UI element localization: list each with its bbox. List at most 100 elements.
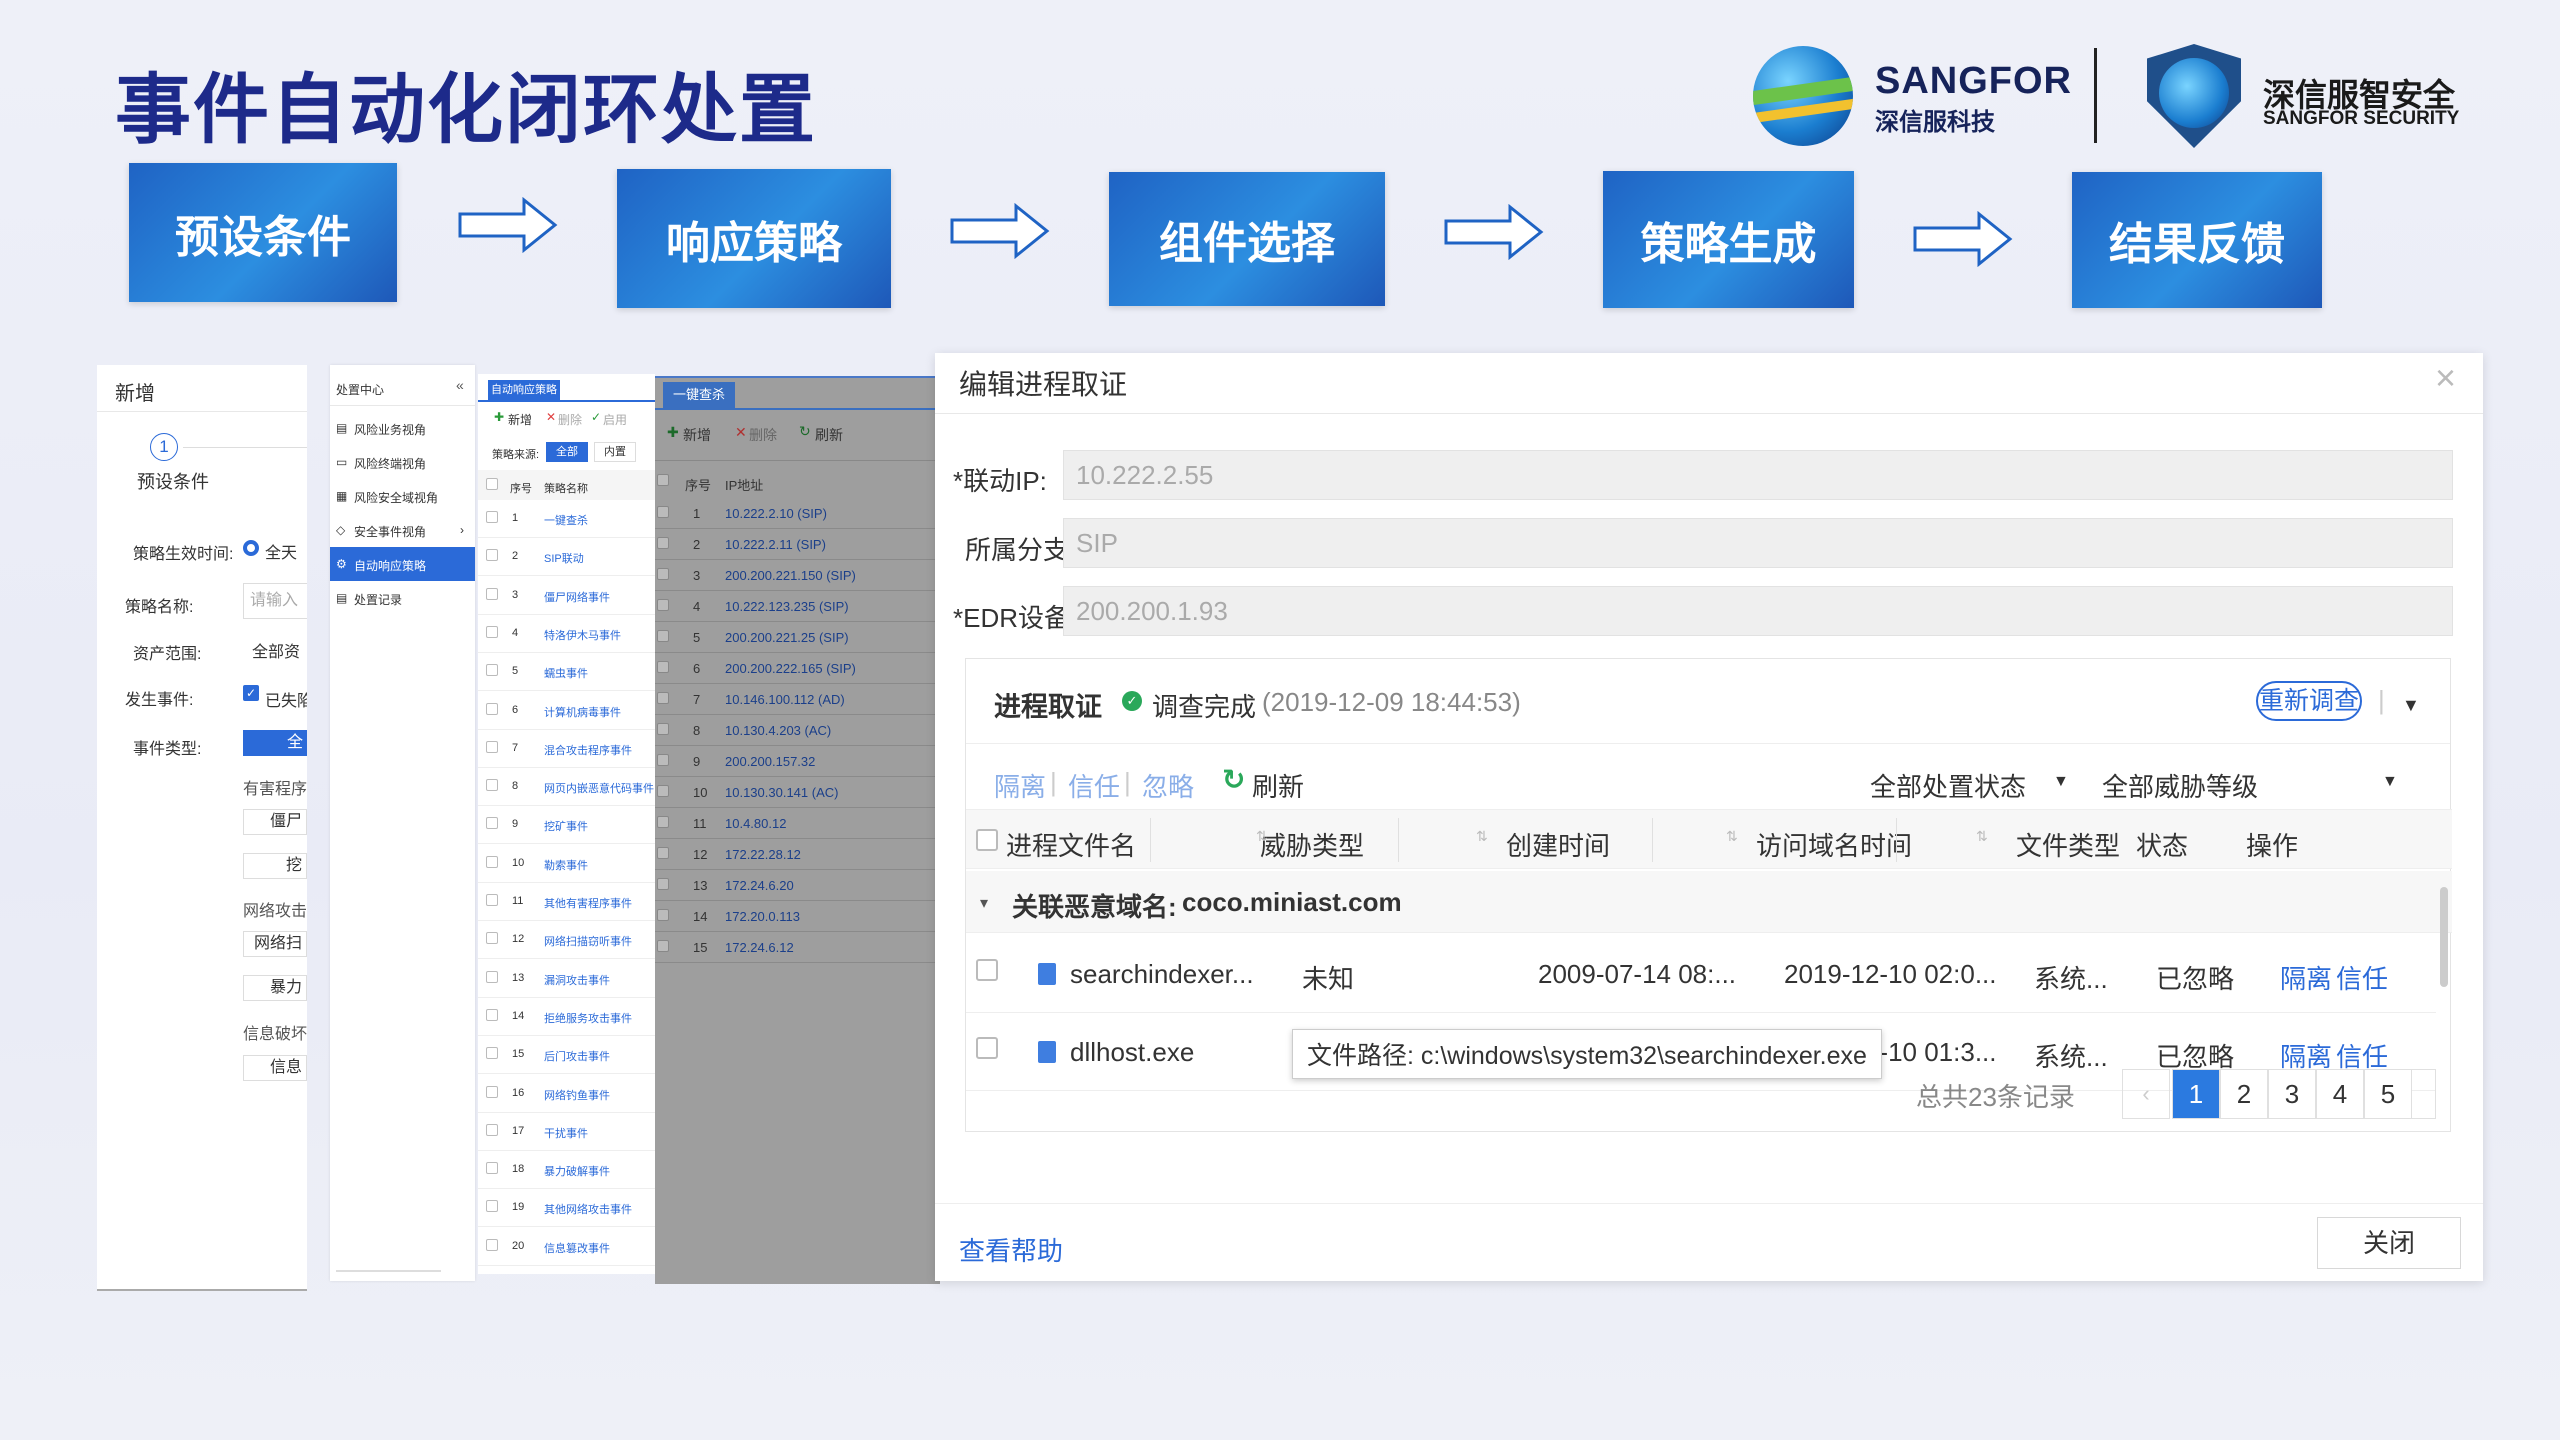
table-row[interactable]: 9 200.200.157.32	[655, 746, 940, 777]
isolate-link[interactable]: 隔离	[2280, 959, 2332, 996]
page-button-5[interactable]: 5	[2364, 1069, 2412, 1119]
filter-status-select[interactable]: 全部处置状态	[1870, 767, 2026, 804]
ignore-button[interactable]: 忽略	[1142, 767, 1194, 804]
add-button[interactable]: 新增	[683, 425, 711, 445]
refresh-button[interactable]: 刷新	[815, 425, 843, 445]
col-header[interactable]: 威胁类型	[1260, 826, 1364, 863]
table-row[interactable]: 12 172.22.28.12	[655, 839, 940, 870]
row-policy-name[interactable]: 其他有害程序事件	[544, 895, 632, 911]
table-row[interactable]: 13 漏洞攻击事件	[478, 960, 655, 998]
table-row[interactable]: 19 其他网络攻击事件	[478, 1189, 655, 1228]
help-link[interactable]: 查看帮助	[959, 1231, 1063, 1268]
chevron-down-icon[interactable]: ▼	[2382, 773, 2398, 791]
row-checkbox[interactable]	[486, 1162, 498, 1175]
table-row[interactable]: 12 网络扫描窃听事件	[478, 921, 655, 960]
row-policy-name[interactable]: 后门攻击事件	[544, 1048, 610, 1064]
table-row[interactable]: 10 勒索事件	[478, 845, 655, 883]
table-row[interactable]: 7 10.146.100.112 (AD)	[655, 684, 940, 715]
table-row[interactable]: 1 一键查杀	[478, 500, 655, 538]
row-checkbox[interactable]	[657, 909, 669, 921]
row-checkbox[interactable]	[486, 817, 498, 830]
row-checkbox[interactable]	[657, 599, 669, 611]
row-policy-name[interactable]: 信息篡改事件	[544, 1240, 610, 1256]
row-checkbox[interactable]	[486, 740, 498, 753]
row-checkbox[interactable]	[486, 702, 498, 715]
type-botnet[interactable]: 僵尸	[243, 809, 307, 835]
delete-icon[interactable]: ✕	[546, 410, 556, 424]
radio-all-day[interactable]	[243, 540, 259, 556]
table-row[interactable]: 2 10.222.2.11 (SIP)	[655, 529, 940, 560]
table-row[interactable]: 7 混合攻击程序事件	[478, 730, 655, 768]
chevron-down-icon[interactable]: ▼	[2402, 695, 2420, 716]
col-header[interactable]: 创建时间	[1506, 826, 1610, 863]
page-button-1[interactable]: 1	[2172, 1069, 2220, 1119]
add-icon[interactable]: ✚	[667, 424, 679, 441]
row-checkbox[interactable]	[486, 1238, 498, 1251]
page-button-2[interactable]: 2	[2220, 1069, 2268, 1119]
type-brute-force[interactable]: 暴力	[243, 975, 307, 1001]
row-policy-name[interactable]: 干扰事件	[544, 1125, 588, 1141]
table-row[interactable]: 3 僵尸网络事件	[478, 577, 655, 615]
row-ip[interactable]: 10.222.123.235 (SIP)	[725, 599, 849, 614]
table-row[interactable]: 13 172.24.6.20	[655, 870, 940, 901]
reinvestigate-button[interactable]: 重新调查	[2256, 681, 2362, 721]
row-checkbox[interactable]	[486, 932, 498, 945]
row-checkbox[interactable]	[657, 537, 669, 549]
col-header[interactable]: 访问域名时间	[1756, 826, 1912, 863]
sort-icon[interactable]: ⇅	[1476, 828, 1488, 845]
nav-item-security-domain[interactable]: ▦ 风险安全域视角	[330, 479, 475, 513]
row-ip[interactable]: 172.20.0.113	[725, 909, 800, 924]
select-all-checkbox[interactable]	[657, 474, 669, 486]
col-header[interactable]: 文件类型	[2016, 826, 2120, 863]
event-checkbox[interactable]: ✓	[243, 685, 259, 701]
row-checkbox[interactable]	[657, 723, 669, 735]
tab-one-click-kill[interactable]: 一键查杀	[663, 382, 735, 408]
row-policy-name[interactable]: 其他网络攻击事件	[544, 1201, 632, 1217]
row-checkbox[interactable]	[486, 779, 498, 792]
close-button[interactable]: 关闭	[2317, 1217, 2461, 1269]
row-checkbox[interactable]	[657, 785, 669, 797]
row-checkbox[interactable]	[657, 568, 669, 580]
group-row[interactable]: ▾ 关联恶意域名: coco.miniast.com	[966, 871, 2452, 933]
delete-button[interactable]: 删除	[558, 411, 582, 428]
row-ip[interactable]: 172.24.6.12	[725, 940, 794, 955]
row-checkbox[interactable]	[486, 1008, 498, 1021]
row-policy-name[interactable]: 网络钓鱼事件	[544, 1087, 610, 1103]
delete-button[interactable]: 删除	[749, 425, 777, 445]
collapse-icon[interactable]: «	[456, 377, 464, 393]
branch-field[interactable]: SIP	[1063, 518, 2453, 568]
row-policy-name[interactable]: 挖矿事件	[544, 818, 588, 834]
source-builtin[interactable]: 内置	[594, 442, 636, 462]
linked-ip-field[interactable]: 10.222.2.55	[1063, 450, 2453, 500]
row-checkbox[interactable]	[486, 1200, 498, 1213]
row-policy-name[interactable]: 网页内嵌恶意代码事件	[544, 780, 654, 796]
table-row[interactable]: 15 后门攻击事件	[478, 1036, 655, 1075]
caret-down-icon[interactable]: ▾	[980, 893, 988, 913]
type-mining[interactable]: 挖	[243, 853, 307, 879]
row-checkbox[interactable]	[657, 940, 669, 952]
sort-icon[interactable]: ⇅	[1256, 828, 1268, 845]
filter-level-select[interactable]: 全部威胁等级	[2102, 767, 2258, 804]
nav-item-terminal[interactable]: ▭ 风险终端视角	[330, 445, 475, 479]
row-ip[interactable]: 10.130.30.141 (AC)	[725, 785, 838, 800]
row-ip[interactable]: 200.200.221.25 (SIP)	[725, 630, 849, 645]
row-checkbox[interactable]	[657, 661, 669, 673]
edr-device-field[interactable]: 200.200.1.93	[1063, 586, 2453, 636]
nav-item-auto-response[interactable]: ⚙ 自动响应策略	[330, 547, 475, 581]
row-ip[interactable]: 10.146.100.112 (AD)	[725, 692, 845, 707]
row-checkbox[interactable]	[486, 1123, 498, 1136]
tab-auto-response[interactable]: 自动响应策略	[488, 380, 560, 400]
row-policy-name[interactable]: 拒绝服务攻击事件	[544, 1010, 632, 1026]
row-checkbox[interactable]	[486, 625, 498, 638]
sort-icon[interactable]: ⇅	[1976, 828, 1988, 845]
nav-item-security-event[interactable]: ◇ 安全事件视角 ›	[330, 513, 475, 547]
row-policy-name[interactable]: 计算机病毒事件	[544, 704, 621, 720]
row-policy-name[interactable]: 混合攻击程序事件	[544, 742, 632, 758]
table-row[interactable]: 15 172.24.6.12	[655, 932, 940, 963]
table-row[interactable]: 10 10.130.30.141 (AC)	[655, 777, 940, 808]
refresh-icon[interactable]: ↻	[1222, 763, 1245, 796]
table-row[interactable]: 5 蠕虫事件	[478, 653, 655, 692]
row-checkbox[interactable]	[657, 878, 669, 890]
refresh-button[interactable]: 刷新	[1252, 767, 1304, 804]
page-button-3[interactable]: 3	[2268, 1069, 2316, 1119]
